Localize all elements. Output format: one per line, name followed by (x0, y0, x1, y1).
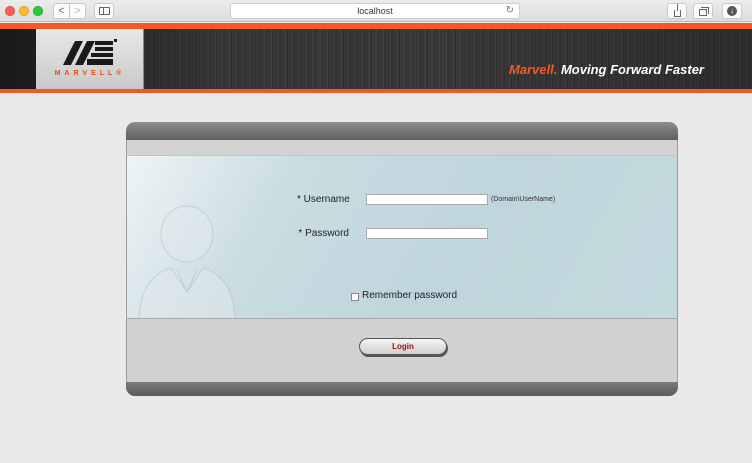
back-button[interactable]: < (53, 3, 70, 19)
header-banner: MARVELL® Marvell. Moving Forward Faster (0, 29, 752, 89)
login-panel: * Username (Domain\UserName) * Password … (126, 122, 678, 396)
tabs-icon (699, 6, 709, 16)
login-button[interactable]: Login (359, 338, 447, 355)
reload-icon[interactable]: ↻ (506, 5, 514, 16)
marvell-logo-mark-icon (63, 39, 117, 65)
login-form: * Username (Domain\UserName) * Password … (126, 155, 678, 318)
marvell-logo: MARVELL® (36, 29, 144, 89)
username-label: * Username (297, 194, 350, 205)
panel-top-bar (126, 122, 678, 140)
user-silhouette-icon (138, 205, 236, 318)
remember-password-checkbox[interactable] (351, 293, 359, 301)
share-icon (673, 3, 681, 17)
login-footer: Login (126, 318, 678, 382)
remember-password-label[interactable]: Remember password (362, 290, 457, 301)
forward-button[interactable]: > (69, 3, 86, 19)
download-icon: ↓ (727, 6, 737, 16)
sidebar-button[interactable] (94, 3, 114, 19)
close-window-button[interactable] (5, 6, 15, 16)
password-input[interactable] (366, 228, 488, 239)
panel-bottom-bar (126, 382, 678, 396)
username-input[interactable] (366, 194, 488, 205)
header-accent-bottom (0, 89, 752, 93)
tagline-text: Moving Forward Faster (557, 62, 704, 77)
tabs-overview-button[interactable] (693, 3, 713, 19)
sidebar-icon (98, 7, 110, 15)
browser-toolbar: < > localhost ↻ ↓ (0, 0, 752, 22)
chevron-left-icon: < (58, 5, 65, 17)
address-bar[interactable]: localhost ↻ (230, 3, 520, 19)
tagline-brand: Marvell. (508, 62, 558, 77)
logo-wordmark: MARVELL® (54, 70, 126, 77)
panel-subheader (126, 140, 678, 155)
url-text: localhost (357, 6, 393, 16)
zoom-window-button[interactable] (33, 6, 43, 16)
username-hint: (Domain\UserName) (491, 196, 556, 203)
downloads-button[interactable]: ↓ (722, 3, 742, 19)
share-button[interactable] (667, 3, 687, 19)
header-tagline: Marvell. Moving Forward Faster (509, 62, 704, 77)
minimize-window-button[interactable] (19, 6, 29, 16)
chevron-right-icon: > (74, 5, 81, 17)
password-label: * Password (298, 228, 349, 239)
